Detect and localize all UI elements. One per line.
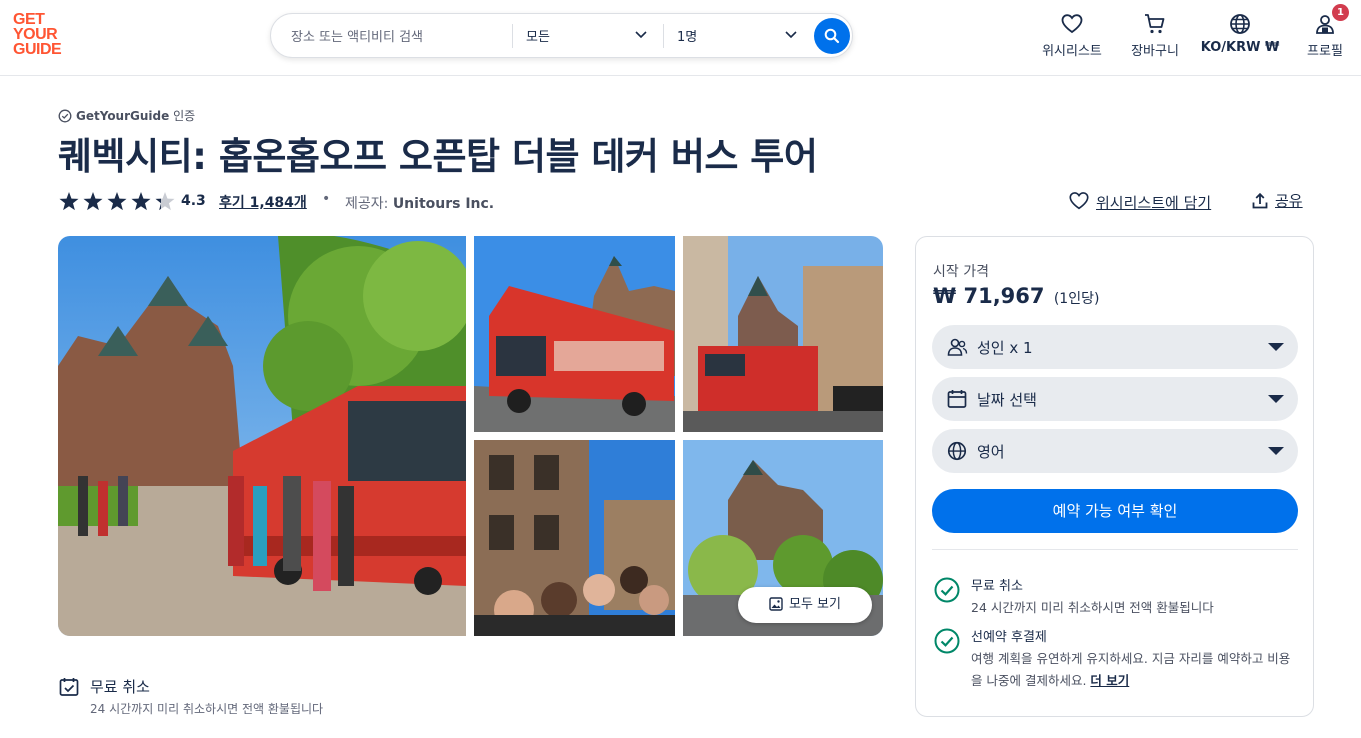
star-icon bbox=[131, 192, 151, 211]
gallery-photo-3[interactable] bbox=[683, 236, 883, 432]
participants-value: 성인 x 1 bbox=[977, 339, 1033, 357]
star-icon bbox=[107, 192, 127, 211]
see-all-label: 모두 보기 bbox=[789, 597, 841, 612]
check-badge-icon bbox=[58, 109, 72, 123]
street-bus-photo-image bbox=[683, 236, 883, 432]
date-select[interactable]: 날짜 선택 bbox=[932, 377, 1298, 421]
gallery-main-photo[interactable] bbox=[58, 236, 466, 636]
price: ₩ 71,967 (1인당) bbox=[933, 284, 1099, 308]
booking-card: 시작 가격 ₩ 71,967 (1인당) 성인 x 1 날짜 선택 영어 예약 … bbox=[915, 236, 1314, 717]
nav-language-currency[interactable]: KO/KRW ₩ bbox=[1198, 12, 1282, 62]
participants-select[interactable]: 성인 x 1 bbox=[932, 325, 1298, 369]
bus-side-photo-image bbox=[474, 236, 675, 432]
separator-dot: • bbox=[322, 191, 331, 207]
heart-icon bbox=[1061, 14, 1083, 34]
share-icon bbox=[1252, 192, 1268, 209]
heart-icon bbox=[1069, 192, 1089, 210]
passengers-photo-image bbox=[474, 440, 675, 636]
nav-profile-label: 프로필 bbox=[1307, 44, 1343, 59]
add-to-wishlist-button[interactable]: 위시리스트에 담기 bbox=[1068, 190, 1211, 213]
feature-desc: 여행 계획을 유연하게 유지하세요. 지금 자리를 예약하고 비용을 나중에 결… bbox=[971, 648, 1301, 692]
language-select[interactable]: 영어 bbox=[932, 429, 1298, 473]
nav-profile[interactable]: 1 프로필 bbox=[1296, 4, 1354, 62]
feature-desc-text: 여행 계획을 유연하게 유지하세요. 지금 자리를 예약하고 비용을 나중에 결… bbox=[971, 651, 1291, 688]
price-from-label: 시작 가격 bbox=[933, 264, 989, 280]
participants-icon bbox=[947, 338, 968, 356]
provider-label: 제공자: bbox=[345, 196, 389, 212]
see-all-photos-button[interactable]: 모두 보기 bbox=[738, 587, 872, 623]
check-availability-button[interactable]: 예약 가능 여부 확인 bbox=[932, 489, 1298, 533]
cart-icon bbox=[1145, 14, 1165, 34]
page-title: 퀘벡시티: 홉온홉오프 오픈탑 더블 데커 버스 투어 bbox=[58, 135, 818, 178]
bus-photo-image bbox=[58, 236, 466, 636]
search-input[interactable]: 장소 또는 액티비티 검색 bbox=[291, 26, 423, 45]
share-button[interactable]: 공유 bbox=[1251, 190, 1303, 211]
add-to-wishlist-label: 위시리스트에 담기 bbox=[1096, 194, 1212, 212]
feature-title: 무료 취소 bbox=[971, 579, 1023, 594]
rating-value: 4.3 bbox=[181, 193, 206, 209]
nav-cart[interactable]: 장바구니 bbox=[1123, 12, 1187, 62]
rating-stars bbox=[59, 192, 175, 211]
calendar-icon bbox=[947, 390, 967, 408]
globe-icon bbox=[1230, 14, 1250, 34]
certified-suffix: 인증 bbox=[173, 109, 196, 123]
star-icon bbox=[59, 192, 79, 211]
notification-badge: 1 bbox=[1332, 4, 1349, 21]
guests-select[interactable]: 1명 bbox=[677, 26, 697, 45]
gallery-photo-4[interactable] bbox=[474, 440, 675, 636]
provider-info: 제공자: Unitours Inc. bbox=[345, 193, 494, 213]
provider-name[interactable]: Unitours Inc. bbox=[393, 196, 494, 212]
certified-brand: GetYourGuide bbox=[76, 109, 170, 123]
dropdown-arrow-icon bbox=[1268, 343, 1284, 351]
logo-line-3: GUIDE bbox=[13, 41, 62, 58]
logo-line-2: YOUR bbox=[13, 26, 58, 43]
globe-icon bbox=[947, 441, 967, 461]
getyourguide-logo[interactable]: GET YOUR GUIDE bbox=[13, 12, 73, 60]
share-label: 공유 bbox=[1275, 192, 1303, 210]
certified-label: GetYourGuide 인증 bbox=[58, 107, 195, 124]
nav-wishlist[interactable]: 위시리스트 bbox=[1033, 12, 1111, 62]
nav-currency-label: KO/KRW ₩ bbox=[1200, 40, 1280, 55]
calendar-check-icon bbox=[59, 678, 79, 696]
free-cancellation-desc: 24 시간까지 미리 취소하시면 전액 환불됩니다 bbox=[90, 702, 324, 716]
nav-wishlist-label: 위시리스트 bbox=[1042, 44, 1102, 59]
check-circle-icon bbox=[934, 628, 960, 654]
image-icon bbox=[769, 597, 783, 611]
price-value: ₩ 71,967 bbox=[933, 284, 1045, 308]
free-cancellation-title: 무료 취소 bbox=[90, 678, 150, 696]
dropdown-arrow-icon bbox=[1268, 447, 1284, 455]
top-header: GET YOUR GUIDE 장소 또는 액티비티 검색 모든 1명 위시리스트… bbox=[0, 0, 1361, 76]
check-circle-icon bbox=[934, 577, 960, 603]
nav-cart-label: 장바구니 bbox=[1131, 44, 1179, 59]
reviews-link[interactable]: 후기 1,484개 bbox=[219, 192, 307, 212]
read-more-link[interactable]: 더 보기 bbox=[1090, 673, 1129, 688]
chevron-down-icon[interactable] bbox=[634, 27, 648, 41]
search-divider bbox=[663, 24, 664, 48]
chevron-down-icon[interactable] bbox=[784, 27, 798, 41]
divider bbox=[932, 549, 1298, 550]
language-value: 영어 bbox=[977, 443, 1005, 461]
feature-title: 선예약 후결제 bbox=[971, 630, 1047, 645]
search-bar: 장소 또는 액티비티 검색 모든 1명 bbox=[270, 13, 853, 58]
dropdown-arrow-icon bbox=[1268, 395, 1284, 403]
star-icon bbox=[155, 192, 175, 211]
logo-line-1: GET bbox=[13, 11, 45, 28]
gallery-photo-2[interactable] bbox=[474, 236, 675, 432]
star-icon bbox=[83, 192, 103, 211]
search-divider bbox=[512, 24, 513, 48]
search-button[interactable] bbox=[814, 18, 850, 54]
category-select[interactable]: 모든 bbox=[526, 26, 550, 45]
feature-desc: 24 시간까지 미리 취소하시면 전액 환불됩니다 bbox=[971, 600, 1214, 615]
date-value: 날짜 선택 bbox=[977, 391, 1037, 409]
search-icon bbox=[824, 28, 840, 44]
per-person-label: (1인당) bbox=[1053, 291, 1100, 307]
